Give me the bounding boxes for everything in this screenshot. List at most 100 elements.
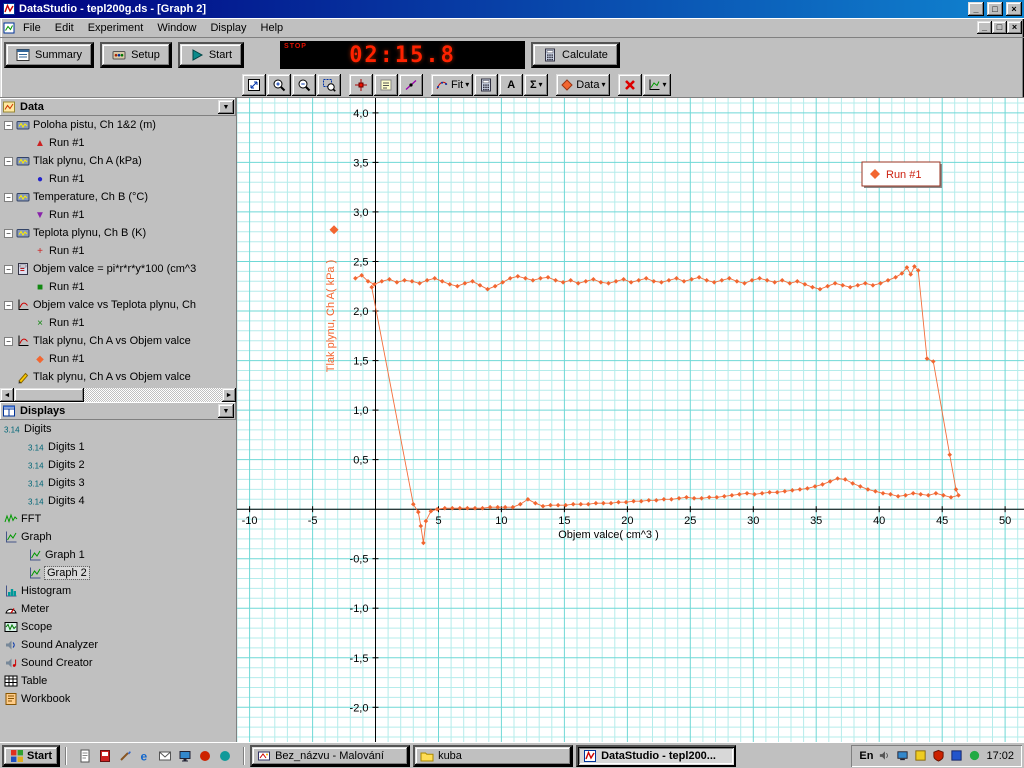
display-item[interactable]: Histogram (0, 582, 236, 600)
run-item[interactable]: ■ Run #1 (0, 278, 236, 296)
task-button[interactable]: DataStudio - tepl200... (576, 744, 737, 767)
scrollbar-thumb[interactable] (14, 388, 84, 402)
display-item[interactable]: Sound Analyzer (0, 636, 236, 654)
scale-to-fit-button[interactable] (242, 73, 266, 96)
taskbar-clock[interactable]: 17:02 (986, 750, 1014, 762)
data-item[interactable]: − Temperature, Ch B (°C) (0, 188, 236, 206)
run-item[interactable]: × Run #1 (0, 314, 236, 332)
display-subitem[interactable]: 3.14 Digits 1 (0, 438, 236, 456)
display-item[interactable]: Table (0, 672, 236, 690)
tray-shield-red-icon[interactable] (931, 748, 946, 763)
mdi-restore-button[interactable]: □ (992, 21, 1007, 34)
slope-tool-button[interactable] (399, 73, 423, 96)
data-item[interactable]: − Teplota plynu, Ch B (K) (0, 224, 236, 242)
statistics-menu-button[interactable]: Σ ▾ (524, 73, 549, 96)
quick-launch-page-icon[interactable] (76, 747, 94, 765)
dropdown-arrow-icon[interactable]: ▾ (539, 80, 543, 89)
display-subitem[interactable]: 3.14 Digits 3 (0, 474, 236, 492)
calculator-tool-button[interactable] (474, 73, 499, 96)
display-item[interactable]: Workbook (0, 690, 236, 708)
scroll-left-button[interactable]: ◄ (0, 388, 14, 402)
quick-launch-app-red-icon[interactable] (196, 747, 214, 765)
graph-settings-button[interactable]: ▾ (642, 73, 671, 96)
dropdown-arrow-icon[interactable]: ▾ (465, 80, 469, 89)
quick-launch-desktop-icon[interactable] (176, 747, 194, 765)
scroll-right-button[interactable]: ► (222, 388, 236, 402)
display-item[interactable]: 3.14 Digits (0, 420, 236, 438)
legend[interactable]: Run #1 (861, 161, 942, 188)
graph-plot-area[interactable]: -10 -5 5 10 15 20 25 30 35 40 45 50 4,0 3,5 3,0 2,5 2,0 1… (236, 98, 1024, 742)
data-panel-header[interactable]: Data ▼ (0, 98, 236, 116)
data-panel-scrollbar[interactable]: ◄ ► (0, 388, 236, 402)
tree-collapse-icon[interactable]: − (4, 300, 13, 310)
mdi-minimize-button[interactable]: _ (977, 21, 992, 34)
tree-collapse-icon[interactable]: − (4, 156, 13, 166)
display-item[interactable]: Meter (0, 600, 236, 618)
run-item[interactable]: ◆ Run #1 (0, 350, 236, 368)
task-button[interactable]: kuba (413, 744, 574, 767)
display-subitem[interactable]: 3.14 Digits 2 (0, 456, 236, 474)
start-menu-button[interactable]: Start (2, 744, 61, 767)
scrollbar-track[interactable] (14, 388, 222, 402)
display-subitem[interactable]: Graph 2 (0, 564, 236, 582)
display-subitem[interactable]: Graph 1 (0, 546, 236, 564)
displays-panel-menu-button[interactable]: ▼ (218, 404, 234, 418)
tree-collapse-icon[interactable]: − (4, 264, 13, 274)
quick-launch-notes-icon[interactable] (96, 747, 114, 765)
run-item[interactable]: + Run #1 (0, 242, 236, 260)
delete-button[interactable] (617, 73, 642, 96)
tray-app-yellow-icon[interactable] (913, 748, 928, 763)
menu-window[interactable]: Window (150, 20, 203, 36)
start-button[interactable]: Start (177, 42, 245, 68)
menu-experiment[interactable]: Experiment (81, 20, 151, 36)
summary-button[interactable]: Summary (4, 42, 95, 68)
dropdown-arrow-icon[interactable]: ▾ (663, 80, 667, 89)
menu-display[interactable]: Display (203, 20, 253, 36)
zoom-out-button[interactable] (292, 73, 316, 96)
menu-edit[interactable]: Edit (48, 20, 81, 36)
mdi-close-button[interactable]: × (1007, 21, 1022, 34)
smart-tool-button[interactable] (349, 73, 373, 96)
display-item[interactable]: Scope (0, 618, 236, 636)
quick-launch-app-teal-icon[interactable] (216, 747, 234, 765)
maximize-button[interactable]: □ (987, 2, 1003, 16)
keyboard-layout-indicator[interactable]: En (859, 750, 873, 762)
text-tool-button[interactable]: A (499, 73, 524, 96)
quick-launch-brush-icon[interactable] (116, 747, 134, 765)
quick-launch-mail-icon[interactable] (156, 747, 174, 765)
tree-collapse-icon[interactable]: − (4, 192, 13, 202)
note-tool-button[interactable] (374, 73, 398, 96)
display-item[interactable]: FFT (0, 510, 236, 528)
tree-collapse-icon[interactable]: − (4, 228, 13, 238)
displays-panel-header[interactable]: Displays ▼ (0, 402, 236, 420)
display-subitem[interactable]: 3.14 Digits 4 (0, 492, 236, 510)
run-item[interactable]: ▲ Run #1 (0, 134, 236, 152)
data-item[interactable]: − Tlak plynu, Ch A (kPa) (0, 152, 236, 170)
minimize-button[interactable]: _ (968, 2, 984, 16)
menu-help[interactable]: Help (254, 20, 291, 36)
calculate-button[interactable]: Calculate (531, 42, 620, 68)
run-item[interactable]: ● Run #1 (0, 170, 236, 188)
close-button[interactable]: × (1006, 2, 1022, 16)
display-item[interactable]: Sound Creator (0, 654, 236, 672)
tray-app-blue-icon[interactable] (949, 748, 964, 763)
menu-file[interactable]: File (16, 20, 48, 36)
data-item[interactable]: − = Objem valce = pi*r*r*y*100 (cm^3 (0, 260, 236, 278)
data-item[interactable]: − Objem valce vs Teplota plynu, Ch (0, 296, 236, 314)
data-item[interactable]: Tlak plynu, Ch A vs Objem valce (0, 368, 236, 386)
dropdown-arrow-icon[interactable]: ▾ (602, 80, 606, 89)
tray-app-green-icon[interactable] (967, 748, 982, 763)
tray-volume-icon[interactable] (877, 748, 892, 763)
data-item[interactable]: − Poloha pistu, Ch 1&2 (m) (0, 116, 236, 134)
run-item[interactable]: ▼ Run #1 (0, 206, 236, 224)
tree-collapse-icon[interactable]: − (4, 336, 13, 346)
display-item[interactable]: Graph (0, 528, 236, 546)
tree-collapse-icon[interactable]: − (4, 120, 13, 130)
fit-menu-button[interactable]: Fit ▾ (431, 73, 474, 96)
data-item[interactable]: − Tlak plynu, Ch A vs Objem valce (0, 332, 236, 350)
zoom-select-button[interactable] (317, 73, 341, 96)
quick-launch-ie-icon[interactable]: e (136, 747, 154, 765)
data-panel-menu-button[interactable]: ▼ (218, 100, 234, 114)
zoom-in-button[interactable] (267, 73, 291, 96)
setup-button[interactable]: Setup (100, 42, 172, 68)
